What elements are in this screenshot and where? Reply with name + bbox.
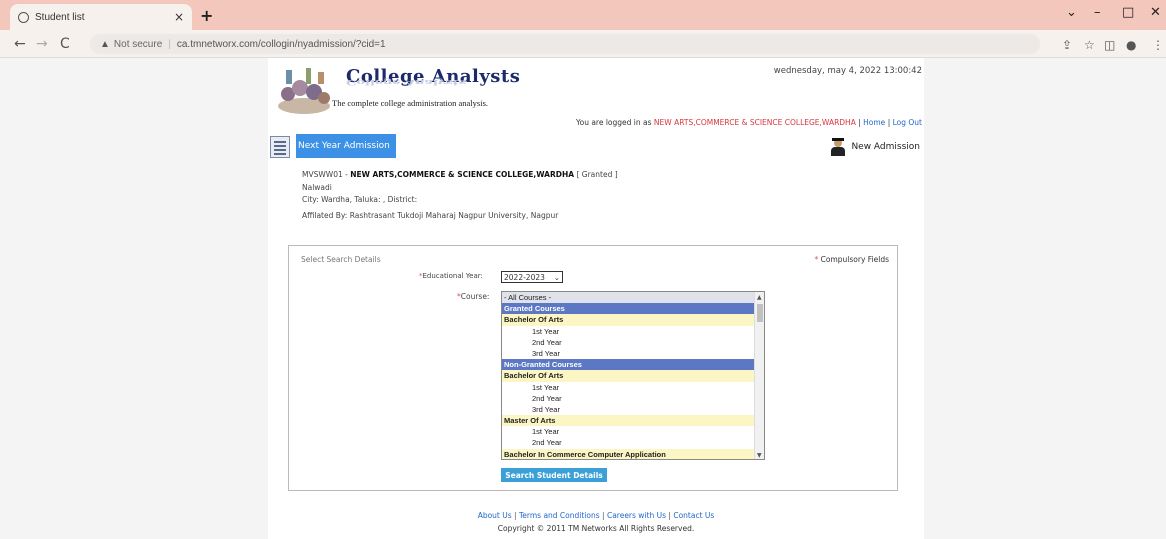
footer-links: About Us | Terms and Conditions | Career… xyxy=(268,511,924,520)
list-icon xyxy=(270,136,290,158)
globe-icon xyxy=(18,11,29,23)
new-admission-link[interactable]: New Admission xyxy=(831,138,920,156)
course-option[interactable]: 3rd Year xyxy=(502,404,764,415)
logout-link[interactable]: Log Out xyxy=(893,118,922,127)
course-option[interactable]: 1st Year xyxy=(502,326,764,337)
next-year-admission-tab[interactable]: Next Year Admission xyxy=(296,134,396,158)
course-option[interactable]: 3rd Year xyxy=(502,348,764,359)
new-admission-label: New Admission xyxy=(851,142,920,152)
chevron-down-icon: ⌄ xyxy=(553,272,560,282)
logo-reflection: College Analysts xyxy=(346,77,467,86)
side-panel-icon[interactable]: ◫ xyxy=(1104,38,1115,52)
warning-icon: ▲ xyxy=(100,38,110,50)
logged-in-bar: You are logged in as NEW ARTS,COMMERCE &… xyxy=(576,118,922,127)
course-option[interactable]: Bachelor Of Arts xyxy=(502,370,764,382)
required-star: * xyxy=(814,255,819,264)
forward-icon[interactable]: → xyxy=(36,36,48,52)
scroll-down-icon[interactable]: ▼ xyxy=(757,452,762,459)
back-icon[interactable]: ← xyxy=(14,36,26,52)
course-option[interactable]: Granted Courses xyxy=(502,303,764,315)
search-student-details-button[interactable]: Search Student Details xyxy=(501,468,607,482)
reload-icon[interactable]: C xyxy=(60,36,70,52)
scroll-up-icon[interactable]: ▲ xyxy=(757,294,762,301)
course-listbox[interactable]: - All Courses - Granted Courses Bachelor O… xyxy=(501,291,765,460)
logo-tagline: The complete college administration anal… xyxy=(332,98,489,108)
maximize-icon[interactable]: □ xyxy=(1122,5,1134,20)
close-window-icon[interactable]: ✕ xyxy=(1150,5,1161,20)
profile-avatar-icon[interactable]: ● xyxy=(1126,38,1136,52)
course-option[interactable]: Bachelor In Commerce Computer Applicatio… xyxy=(502,448,764,459)
college-locality: Nalwadi xyxy=(302,182,332,192)
address-bar-row: ← → C ▲ Not secure | ca.tmnetworx.com/co… xyxy=(0,30,1166,58)
browser-tab[interactable]: Student list × xyxy=(10,4,192,30)
course-option[interactable]: Master Of Arts xyxy=(502,415,764,427)
separator: | xyxy=(887,118,891,127)
browser-tab-bar: Student list × + ⌄ – □ ✕ xyxy=(0,0,1166,30)
copyright: Copyright © 2011 TM Networks All Rights … xyxy=(497,524,695,533)
logged-in-prefix: You are logged in as xyxy=(576,118,652,127)
course-option[interactable]: Non-Granted Courses xyxy=(502,359,764,371)
scrollbar-thumb[interactable] xyxy=(757,304,763,322)
tab-title: Student list xyxy=(35,11,85,23)
tab-close-icon[interactable]: × xyxy=(174,10,184,24)
course-options: - All Courses - Granted Courses Bachelor O… xyxy=(502,292,764,459)
search-panel-title: Select Search Details xyxy=(301,255,381,264)
url-text: ca.tmnetworx.com/collogin/nyadmission/?c… xyxy=(176,38,386,50)
listbox-scrollbar[interactable]: ▲ ▼ xyxy=(754,292,764,459)
tab-search-icon[interactable]: ⌄ xyxy=(1066,5,1077,20)
college-info: MVSWW01 - NEW ARTS,COMMERCE & SCIENCE CO… xyxy=(302,169,618,222)
edu-year-select[interactable]: 2022-2023 ⌄ xyxy=(501,271,563,283)
compulsory-note: * Compulsory Fields xyxy=(815,255,890,264)
bookmark-star-icon[interactable]: ☆ xyxy=(1084,38,1095,52)
college-logo-icon xyxy=(278,68,330,114)
course-option[interactable]: 1st Year xyxy=(502,382,764,393)
course-option[interactable]: 2nd Year xyxy=(502,437,764,448)
home-link[interactable]: Home xyxy=(863,118,885,127)
current-datetime: wednesday, may 4, 2022 13:00:42 xyxy=(773,66,922,76)
separator: | xyxy=(858,118,861,127)
course-label-text: Course: xyxy=(460,292,490,301)
course-label: *Course: xyxy=(457,292,489,301)
college-code: MVSWW01 - xyxy=(302,170,348,179)
terms-link[interactable]: Terms and Conditions xyxy=(519,511,600,520)
footer-separator: | xyxy=(514,511,517,520)
footer-separator: | xyxy=(668,511,671,520)
course-option[interactable]: 2nd Year xyxy=(502,393,764,404)
footer-separator: | xyxy=(602,511,605,520)
edu-year-value: 2022-2023 xyxy=(504,272,545,282)
course-option[interactable]: - All Courses - xyxy=(502,292,764,304)
contact-link[interactable]: Contact Us xyxy=(673,511,714,520)
logged-in-college: NEW ARTS,COMMERCE & SCIENCE COLLEGE,WARD… xyxy=(653,118,856,127)
course-option[interactable]: 2nd Year xyxy=(502,337,764,348)
edu-year-label-text: Educational Year: xyxy=(422,272,483,280)
course-option[interactable]: 1st Year xyxy=(502,426,764,437)
graduate-icon xyxy=(831,138,846,156)
menu-icon[interactable]: ⋮ xyxy=(1152,38,1164,52)
url-divider: | xyxy=(168,38,171,50)
college-status: [ Granted ] xyxy=(576,170,618,179)
college-affiliation: Affilated By: Rashtrasant Tukdoji Mahara… xyxy=(302,210,559,220)
not-secure-label: Not secure xyxy=(113,38,163,50)
search-panel: Select Search Details * Compulsory Field… xyxy=(288,245,898,491)
edu-year-label: *Educational Year: xyxy=(419,272,483,280)
course-option[interactable]: Bachelor Of Arts xyxy=(502,314,764,326)
new-tab-button[interactable]: + xyxy=(200,6,213,25)
url-input[interactable]: ▲ Not secure | ca.tmnetworx.com/collogin… xyxy=(90,34,1040,54)
page-content: College Analysts College Analysts The co… xyxy=(268,58,924,539)
about-link[interactable]: About Us xyxy=(478,511,512,520)
compulsory-label: Compulsory Fields xyxy=(820,255,889,264)
college-name: NEW ARTS,COMMERCE & SCIENCE COLLEGE,WARD… xyxy=(350,170,575,179)
share-icon[interactable]: ⇪ xyxy=(1062,38,1072,52)
minimize-icon[interactable]: – xyxy=(1094,5,1101,20)
careers-link[interactable]: Careers with Us xyxy=(607,511,666,520)
college-city: City: Wardha, Taluka: , District: xyxy=(302,195,418,204)
